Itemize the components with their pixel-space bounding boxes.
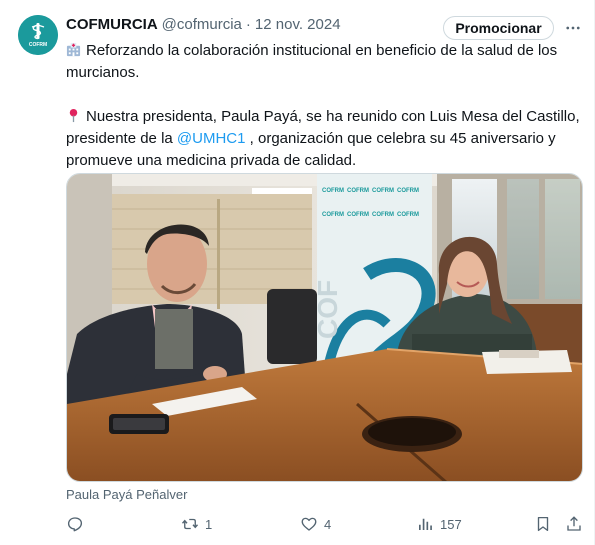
views-button[interactable]: 157 [416, 513, 462, 535]
header-separator: · [245, 15, 251, 33]
tweet-photo[interactable]: COFRM COFRM COFRM COFRM COFRM COFRM COFRM COFR… [66, 173, 583, 482]
tweet-paragraph-1: Reforzando la colaboración institucional… [66, 40, 586, 84]
views-icon [419, 518, 432, 530]
svg-text:COFRM: COFRM [347, 188, 369, 194]
reply-icon [67, 517, 83, 532]
svg-text:COFRM: COFRM [322, 188, 344, 194]
views-count: 157 [440, 516, 462, 532]
mention-link[interactable]: @UMHC1 [177, 130, 246, 147]
retweet-button[interactable]: 1 [181, 513, 212, 535]
hospital-icon [66, 42, 81, 57]
user-handle[interactable]: @cofmurcia [162, 16, 242, 33]
display-name[interactable]: COFMURCIA [66, 16, 158, 33]
tweet-date[interactable]: 12 nov. 2024 [255, 16, 341, 33]
share-icon [567, 516, 581, 531]
like-count: 4 [324, 516, 332, 532]
retweet-icon [181, 518, 199, 530]
svg-text:COFRM: COFRM [372, 188, 394, 194]
svg-text:COFRM: COFRM [397, 188, 419, 194]
tweet: COFRM COFMURCIA @cofmurcia · 12 nov. 202… [0, 0, 595, 545]
svg-text:COFRM: COFRM [322, 212, 344, 218]
meeting-photo: COFRM COFRM COFRM COFRM COFRM COFRM COFRM COFR… [67, 174, 582, 481]
retweet-count: 1 [205, 516, 213, 532]
like-button[interactable]: 4 [300, 513, 331, 535]
tweet-actions: 1 4 157 [0, 510, 595, 538]
tweet-header: COFMURCIA @cofmurcia · 12 nov. 2024 [66, 13, 341, 35]
heart-icon [301, 517, 317, 531]
avatar[interactable]: COFRM [18, 15, 58, 55]
bookmark-button[interactable] [534, 513, 552, 535]
promote-button[interactable]: Promocionar [443, 16, 554, 40]
svg-text:COFRM: COFRM [372, 212, 394, 218]
more-options-button[interactable] [562, 17, 584, 39]
tweet-text: Reforzando la colaboración institucional… [66, 40, 586, 172]
photo-credit[interactable]: Paula Payá Peñalver [66, 487, 187, 502]
reply-button[interactable] [66, 513, 90, 535]
tweet-paragraph-1-text: Reforzando la colaboración institucional… [66, 42, 558, 81]
tweet-paragraph-2: Nuestra presidenta, Paula Payá, se ha re… [66, 106, 586, 172]
cofrm-logo-icon: COFRM [18, 15, 58, 55]
share-button[interactable] [565, 513, 583, 535]
more-icon [566, 26, 580, 30]
pin-icon [69, 108, 78, 123]
svg-text:COFRM: COFRM [397, 212, 419, 218]
bookmark-icon [537, 516, 549, 532]
svg-text:COFRM: COFRM [29, 42, 47, 48]
svg-text:COFRM: COFRM [347, 212, 369, 218]
